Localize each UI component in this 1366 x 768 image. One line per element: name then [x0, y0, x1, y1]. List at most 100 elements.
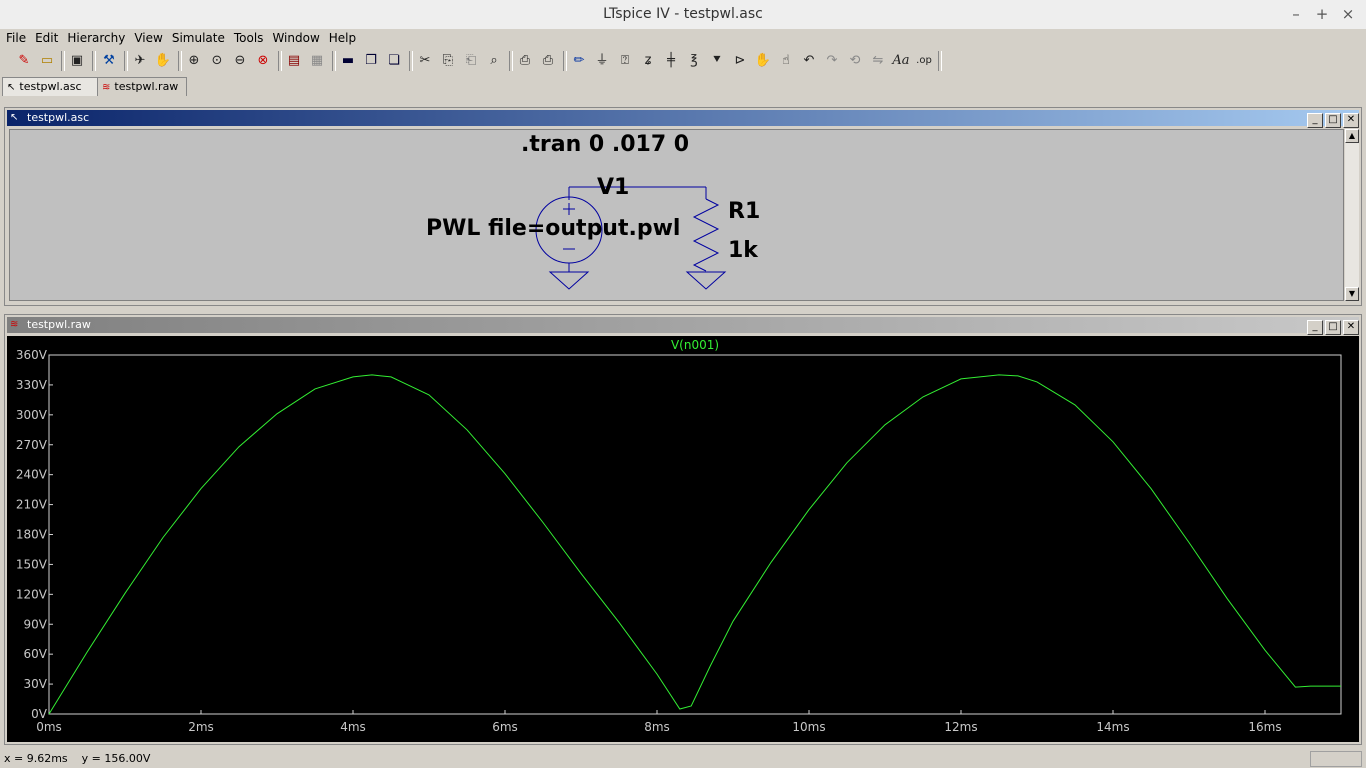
schematic-canvas[interactable]: .tran 0 .017 0 V1 PWL file=output.pwl R1… — [9, 129, 1344, 301]
zoom-fit-icon[interactable]: ⊗ — [253, 51, 273, 71]
y-tick-label: 360V — [16, 348, 48, 362]
schematic-window-title: testpwl.asc — [27, 111, 90, 124]
spice-directive[interactable]: .tran 0 .017 0 — [521, 132, 689, 157]
x-tick-label: 8ms — [644, 720, 670, 734]
control-panel-icon[interactable]: ⚒ — [99, 51, 119, 71]
waveform-plot: V(n001) 0V 30V 60V 90V 120V 150V 180V 210V 240V 2… — [16, 338, 1342, 734]
app-title-bar: LTspice IV - testpwl.asc – + × — [0, 0, 1366, 30]
menu-file[interactable]: File — [3, 30, 29, 46]
close-icon[interactable]: ✕ — [1343, 113, 1359, 128]
mirror-icon[interactable]: ⇋ — [868, 51, 888, 71]
halt-icon[interactable]: ✋ — [153, 51, 173, 71]
y-tick-label: 30V — [24, 677, 48, 691]
menu-simulate[interactable]: Simulate — [169, 30, 228, 46]
tab-label: testpwl.raw — [114, 80, 179, 93]
autorange-icon[interactable]: ▤ — [284, 51, 304, 71]
copy-icon[interactable]: ⎘ — [438, 51, 458, 71]
schematic-vertical-scrollbar[interactable]: ▲ ▼ — [1345, 129, 1359, 301]
tab-label: testpwl.asc — [19, 80, 82, 93]
y-tick-label: 270V — [16, 438, 48, 452]
trace-name-label[interactable]: V(n001) — [671, 338, 719, 352]
zoom-out-icon[interactable]: ⊖ — [230, 51, 250, 71]
tab-testpwl-raw[interactable]: ≋ testpwl.raw — [97, 77, 187, 96]
save-icon[interactable]: ▣ — [67, 51, 87, 71]
source-value-label[interactable]: PWL file=output.pwl — [426, 216, 680, 241]
status-bar: x = 9.62ms y = 156.00V — [0, 750, 1366, 768]
waveform-window-title: testpwl.raw — [27, 318, 91, 331]
resistor-symbol — [692, 198, 720, 272]
toolbar-separator — [278, 51, 282, 71]
minimize-icon[interactable]: _ — [1307, 320, 1323, 335]
cascade-icon[interactable]: ❐ — [361, 51, 381, 71]
y-tick-label: 150V — [16, 557, 48, 571]
print-icon[interactable]: ⎙ — [538, 51, 558, 71]
minimize-icon[interactable]: _ — [1307, 113, 1323, 128]
print-setup-icon[interactable]: ⎙ — [515, 51, 535, 71]
schematic-window-icon: ↖ — [10, 112, 19, 123]
waveform-icon: ≋ — [102, 82, 111, 93]
diode-icon[interactable]: ⯆ — [707, 51, 727, 71]
waveform-window-controls: _ □ ✕ — [1305, 318, 1359, 335]
pan-icon[interactable]: ⊙ — [207, 51, 227, 71]
schematic-window: ↖ testpwl.asc _ □ ✕ .tran 0 .017 0 V1 PWL — [4, 107, 1362, 306]
scroll-down-icon[interactable]: ▼ — [1345, 287, 1359, 301]
resistor-value-label[interactable]: 1k — [728, 238, 758, 263]
maximize-icon[interactable]: □ — [1325, 113, 1341, 128]
schematic-icon: ↖ — [7, 82, 16, 93]
scroll-up-icon[interactable]: ▲ — [1345, 129, 1359, 143]
close-all-icon[interactable]: ❏ — [384, 51, 404, 71]
drag-icon[interactable]: ☝ — [776, 51, 796, 71]
toolbar-separator — [938, 51, 942, 71]
menu-view[interactable]: View — [131, 30, 165, 46]
paste-icon[interactable]: ⎗ — [461, 51, 481, 71]
label-net-icon[interactable]: ⍰ — [615, 51, 635, 71]
menu-edit[interactable]: Edit — [32, 30, 61, 46]
app-title: LTspice IV - testpwl.asc — [603, 6, 763, 22]
zoom-in-icon[interactable]: ⊕ — [184, 51, 204, 71]
close-icon[interactable]: ✕ — [1343, 320, 1359, 335]
ground-icon[interactable]: ⏚ — [592, 51, 612, 71]
inductor-icon[interactable]: ℥ — [684, 51, 704, 71]
capacitor-icon[interactable]: ╪ — [661, 51, 681, 71]
menu-tools[interactable]: Tools — [231, 30, 267, 46]
resistor-icon[interactable]: ʑ — [638, 51, 658, 71]
toolbar: ✎ ▭ ▣ ⚒ ✈ ✋ ⊕ ⊙ ⊖ ⊗ ▤ ▦ ▬ ❐ ❏ ✂ ⎘ ⎗ ⌕ ⎙ … — [0, 47, 1366, 75]
cursor-coordinates: x = 9.62ms y = 156.00V — [4, 752, 151, 765]
trace-v-n001[interactable] — [48, 374, 1341, 715]
waveform-plot-pane[interactable]: V(n001) 0V 30V 60V 90V 120V 150V 180V 210V 240V 2… — [7, 336, 1359, 742]
run-icon[interactable]: ✈ — [130, 51, 150, 71]
schematic-window-controls: _ □ ✕ — [1305, 111, 1359, 128]
x-tick-label: 0ms — [36, 720, 62, 734]
ground-symbol-r1 — [685, 271, 727, 290]
menu-hierarchy[interactable]: Hierarchy — [64, 30, 128, 46]
cut-icon[interactable]: ✂ — [415, 51, 435, 71]
minimize-button[interactable]: – — [1286, 4, 1306, 24]
source-name-label[interactable]: V1 — [597, 175, 629, 200]
find-icon[interactable]: ⌕ — [484, 51, 504, 71]
component-icon[interactable]: ⊳ — [730, 51, 750, 71]
y-tick-label: 60V — [24, 647, 48, 661]
x-tick-label: 2ms — [188, 720, 214, 734]
undo-icon[interactable]: ↶ — [799, 51, 819, 71]
menu-help[interactable]: Help — [326, 30, 359, 46]
move-icon[interactable]: ✋ — [753, 51, 773, 71]
tab-testpwl-asc[interactable]: ↖ testpwl.asc — [2, 77, 100, 96]
menu-window[interactable]: Window — [269, 30, 322, 46]
tile-horizontal-icon[interactable]: ▬ — [338, 51, 358, 71]
y-tick-label: 120V — [16, 587, 48, 601]
toolbar-separator — [332, 51, 336, 71]
wire-icon[interactable]: ✏ — [569, 51, 589, 71]
menu-bar: File Edit Hierarchy View Simulate Tools Window… — [0, 29, 1366, 47]
open-icon[interactable]: ▭ — [37, 51, 57, 71]
maximize-icon[interactable]: □ — [1325, 320, 1341, 335]
close-button[interactable]: × — [1338, 4, 1358, 24]
resistor-name-label[interactable]: R1 — [728, 199, 760, 224]
y-axis-ticks: 0V 30V 60V 90V 120V 150V 180V 210V 240V 270V 300V 3… — [16, 348, 53, 721]
new-schematic-icon[interactable]: ✎ — [14, 51, 34, 71]
rotate-icon[interactable]: ⟲ — [845, 51, 865, 71]
text-icon[interactable]: Aa — [891, 51, 911, 71]
spice-directive-icon[interactable]: .op — [914, 51, 934, 71]
plot-settings-icon[interactable]: ▦ — [307, 51, 327, 71]
maximize-button[interactable]: + — [1312, 4, 1332, 24]
redo-icon[interactable]: ↷ — [822, 51, 842, 71]
